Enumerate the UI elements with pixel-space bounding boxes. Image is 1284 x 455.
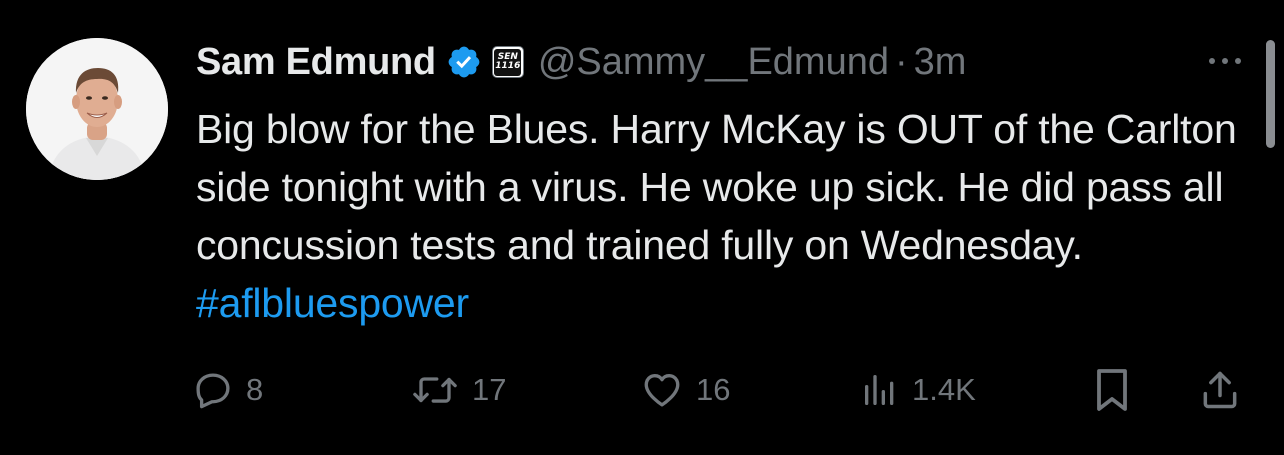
separator-dot: · [894, 40, 908, 83]
tweet-actions-bar: 8 17 16 1.4K [0, 360, 1284, 420]
like-count: 16 [696, 372, 731, 407]
views-button[interactable]: 1.4K [860, 360, 976, 420]
more-options-icon[interactable] [1196, 46, 1254, 76]
speech-bubble-icon [192, 369, 234, 411]
bar-chart-icon [860, 369, 900, 411]
tweet-timestamp[interactable]: 3m [914, 41, 967, 84]
tweet-header: Sam Edmund SEN 1116 @Sammy__Edmund · 3m [196, 34, 966, 90]
retweet-arrows-icon [410, 369, 460, 411]
retweet-button[interactable]: 17 [410, 360, 506, 420]
verified-badge-icon[interactable] [446, 44, 482, 80]
author-display-name[interactable]: Sam Edmund [196, 41, 436, 84]
hashtag-link[interactable]: #aflbluespower [196, 280, 469, 326]
author-handle[interactable]: @Sammy__Edmund [538, 41, 889, 84]
avatar-photo [26, 38, 168, 180]
retweet-count: 17 [472, 372, 507, 407]
share-upload-icon [1198, 367, 1242, 413]
tweet-text: Big blow for the Blues. Harry McKay is O… [196, 100, 1266, 332]
avatar[interactable] [26, 38, 168, 180]
reply-count: 8 [246, 372, 264, 407]
share-button[interactable] [1198, 360, 1242, 420]
heart-icon [640, 369, 684, 411]
affiliate-badge-icon[interactable]: SEN 1116 [491, 46, 524, 78]
tweet[interactable]: Sam Edmund SEN 1116 @Sammy__Edmund · 3m … [0, 0, 1284, 455]
tweet-text-main: Big blow for the Blues. Harry McKay is O… [196, 106, 1237, 268]
bookmark-button[interactable] [1092, 360, 1132, 420]
reply-button[interactable]: 8 [192, 360, 263, 420]
bookmark-icon [1092, 366, 1132, 414]
affiliate-badge-line2: 1116 [495, 61, 521, 71]
scrollbar[interactable] [1266, 40, 1275, 148]
views-count: 1.4K [912, 372, 976, 407]
like-button[interactable]: 16 [640, 360, 730, 420]
